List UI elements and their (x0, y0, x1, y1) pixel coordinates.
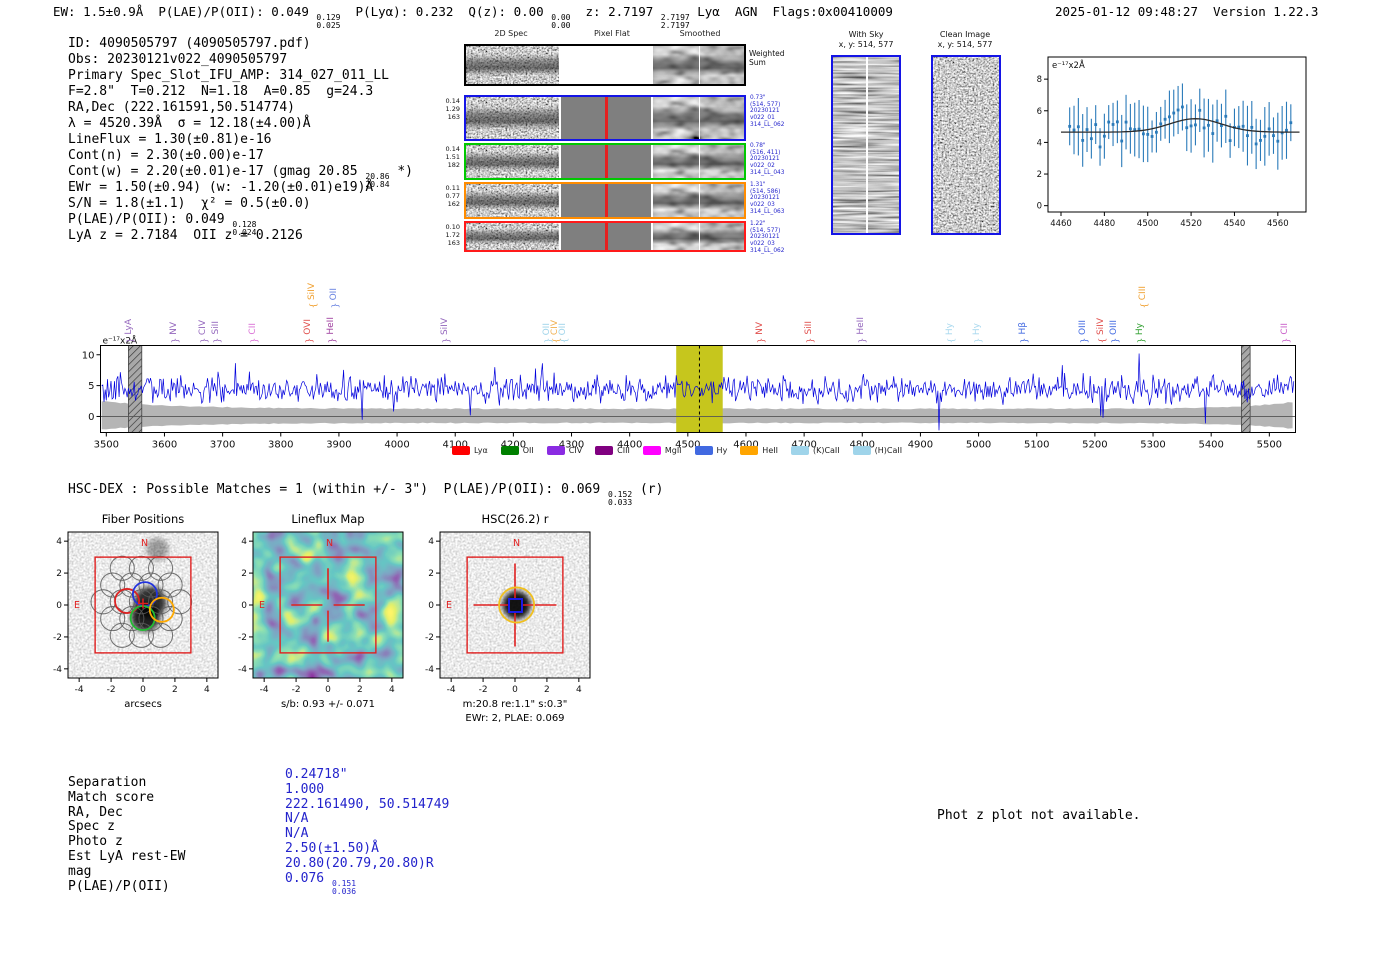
svg-text:-4: -4 (447, 685, 456, 695)
cutout-title: Lineflux Map (291, 512, 364, 526)
svg-text:-4: -4 (53, 665, 62, 675)
lineflux-map-panel: Lineflux Map -4 -4 -2 -2 0 0 2 2 4 4 s/b: 0.93 +/- … (238, 512, 404, 710)
match-row-label: Separation (68, 775, 147, 790)
match-table: Separation 0.24718" Match score 1.000 RA, De… (68, 767, 628, 907)
svg-text:0: 0 (512, 685, 518, 695)
photz-note: Phot z plot not available. (937, 808, 1141, 823)
svg-text:-2: -2 (425, 633, 434, 643)
cutout-xlabel: s/b: 0.93 +/- 0.071 (281, 699, 375, 710)
svg-text:2: 2 (172, 685, 178, 695)
match-row-label: Spec z (68, 819, 115, 835)
svg-text:2: 2 (56, 569, 62, 579)
svg-text:-2: -2 (238, 633, 247, 643)
sub-value: 0.036 (331, 886, 357, 896)
svg-text:0: 0 (325, 685, 331, 695)
text-segment: 0.076 (285, 870, 332, 886)
svg-text:0: 0 (241, 601, 247, 611)
svg-text:-4: -4 (260, 685, 269, 695)
svg-text:4: 4 (389, 685, 395, 695)
match-row-label: RA, Dec (68, 804, 123, 820)
svg-text:2: 2 (428, 569, 434, 579)
svg-text:2: 2 (544, 685, 550, 695)
svg-text:4: 4 (204, 685, 210, 695)
super-sub-value: 0.151 0.036 (331, 879, 357, 897)
svg-text:4: 4 (576, 685, 582, 695)
svg-text:-2: -2 (107, 685, 116, 695)
text-segment: 20.80(20.79,20.80)R (285, 855, 434, 871)
match-row-label: Match score (68, 789, 155, 805)
east-label: E (259, 600, 265, 611)
cutout-content (68, 532, 218, 678)
match-row-value: N/A (285, 811, 308, 826)
svg-text:-2: -2 (53, 633, 62, 643)
match-row-value: 0.24718" (285, 767, 348, 782)
match-row-value: N/A (285, 826, 308, 841)
north-label: N (513, 538, 520, 549)
svg-text:2: 2 (241, 569, 247, 579)
text-segment: N/A (285, 811, 309, 827)
svg-text:0: 0 (140, 685, 146, 695)
text-segment: 1.000 (285, 781, 325, 797)
svg-text:4: 4 (428, 537, 434, 547)
match-row-value: 20.80(20.79,20.80)R (285, 856, 434, 871)
cutout-title: HSC(26.2) r (482, 512, 549, 526)
svg-text:4: 4 (56, 537, 62, 547)
text-segment: 222.161490, 50.514749 (285, 796, 450, 812)
cutout-xlabel2: EWr: 2, PLAE: 0.069 (465, 713, 564, 724)
cutout-title: Fiber Positions (102, 512, 185, 526)
match-row-value: 222.161490, 50.514749 (285, 797, 449, 812)
text-segment: N/A (285, 826, 309, 842)
fiber-positions-panel: Fiber Positions -4 -4 -2 -2 0 0 2 2 4 4 arcsecs N E (53, 512, 219, 710)
north-label: N (326, 538, 333, 549)
match-row-value: 2.50(±1.50)Å (285, 841, 379, 856)
match-row-label: P(LAE)/P(OII) (68, 878, 170, 894)
cutout-content (440, 532, 590, 678)
svg-text:0: 0 (56, 601, 62, 611)
hsc-image-panel: HSC(26.2) r -4 -4 -2 -2 0 0 2 2 4 4 m:20.8 re:1.1" … (425, 512, 591, 724)
cutout-xlabel: arcsecs (124, 699, 162, 710)
cutout-xlabel: m:20.8 re:1.1" s:0.3" (463, 699, 568, 710)
svg-text:-4: -4 (425, 665, 434, 675)
svg-text:0: 0 (428, 601, 434, 611)
east-label: E (74, 600, 80, 611)
cutout-content (253, 532, 403, 678)
text-segment: 0.24718" (285, 767, 348, 782)
svg-text:2: 2 (357, 685, 363, 695)
match-row-label: Est LyA rest-EW (68, 849, 186, 864)
svg-text:-2: -2 (479, 685, 488, 695)
north-label: N (141, 538, 148, 549)
match-row-label: Photo z (68, 834, 123, 850)
match-row-value: 1.000 (285, 782, 324, 797)
svg-text:-4: -4 (238, 665, 247, 675)
svg-text:-2: -2 (292, 685, 301, 695)
match-row-value: 0.076 0.151 0.036 (285, 871, 356, 897)
match-row-label: mag (68, 863, 92, 879)
elixer-report-page: EW: 1.5±0.9Å P(LAE)/P(OII): 0.049 0.129 0… (0, 0, 1400, 953)
svg-text:4: 4 (241, 537, 247, 547)
svg-text:-4: -4 (75, 685, 84, 695)
east-label: E (446, 600, 452, 611)
text-segment: 2.50(±1.50)Å (285, 841, 379, 856)
